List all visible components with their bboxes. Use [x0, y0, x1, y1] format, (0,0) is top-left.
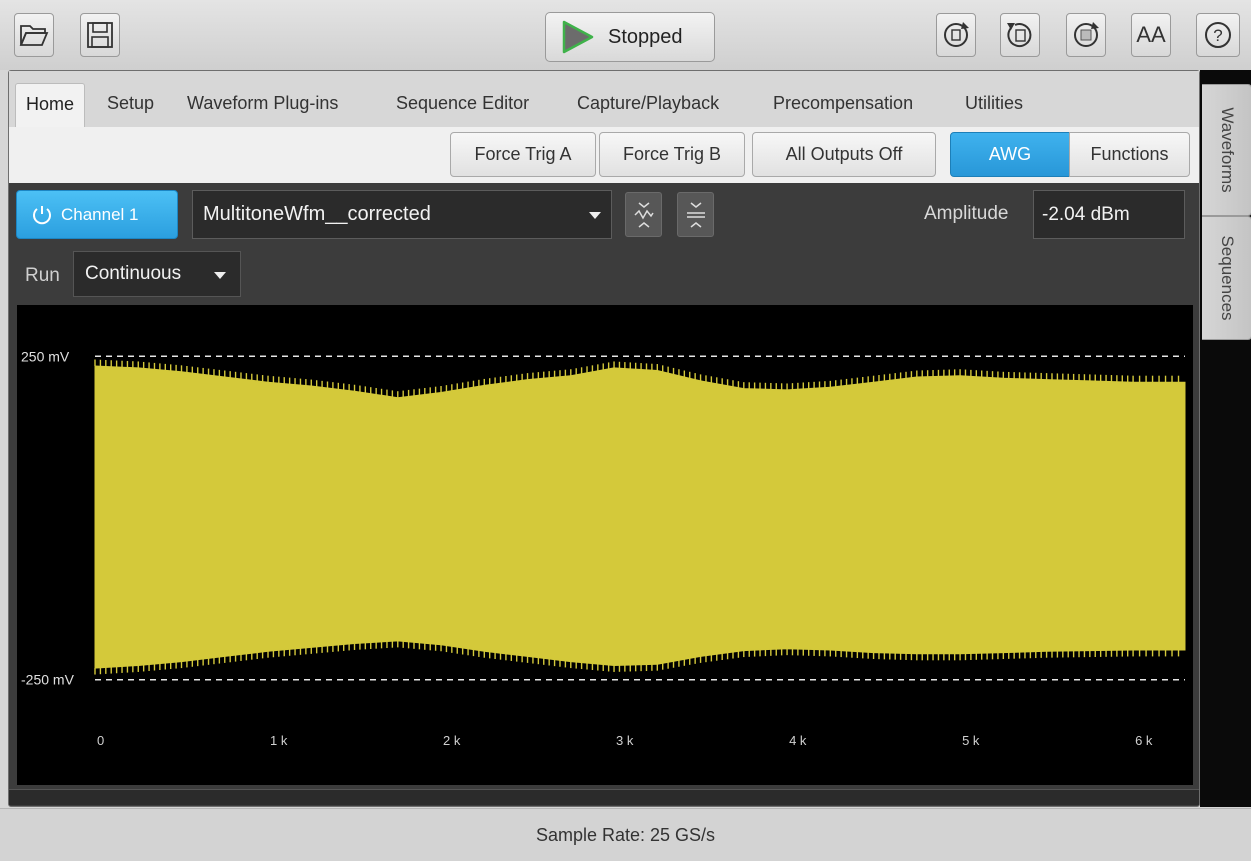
tab-home[interactable]: Home	[15, 83, 86, 129]
side-tab-waveforms[interactable]: Waveforms	[1202, 84, 1251, 216]
tab-sequence-editor[interactable]: Sequence Editor	[396, 83, 529, 129]
mode-bar: Force Trig A Force Trig B All Outputs Of…	[9, 127, 1199, 183]
waveform-select[interactable]: MultitoneWfm__corrected	[192, 190, 612, 239]
menu-bar: Home Setup Waveform Plug-ins Sequence Ed…	[9, 71, 1199, 129]
force-trig-b-button[interactable]: Force Trig B	[599, 132, 745, 177]
font-size-button[interactable]: AA	[1131, 13, 1171, 57]
side-panel: Waveforms Sequences	[1200, 70, 1251, 807]
channel-row: Channel 1 MultitoneWfm__corrected Amplit…	[9, 183, 1199, 243]
x-tick-label: 2 k	[443, 733, 461, 748]
all-outputs-off-button[interactable]: All Outputs Off	[752, 132, 936, 177]
compress-icon	[686, 201, 705, 228]
recall-setup-button[interactable]	[1000, 13, 1040, 57]
font-size-icon: AA	[1136, 22, 1166, 47]
expand-icon	[633, 201, 654, 228]
y-tick-label: 250 mV	[21, 348, 70, 364]
expand-waveform-button[interactable]	[625, 192, 662, 237]
functions-mode-button[interactable]: Functions	[1069, 132, 1190, 177]
waveform-chart: 250 mV -250 mV 0 1 k 2 k 3 k 4 k 5 k 6 k	[21, 348, 1186, 748]
folder-open-icon	[19, 25, 49, 46]
status-bar: Sample Rate: 25 GS/s	[0, 808, 1251, 861]
x-tick-label: 1 k	[270, 733, 288, 748]
main-panel: Home Setup Waveform Plug-ins Sequence Ed…	[8, 70, 1200, 807]
run-status-label: Stopped	[608, 25, 683, 48]
reset-button[interactable]	[936, 13, 976, 57]
recall-setup-icon	[1007, 23, 1032, 48]
compress-waveform-button[interactable]	[677, 192, 714, 237]
restore-icon	[1074, 22, 1099, 47]
channel-label: Channel 1	[61, 204, 139, 224]
force-trig-a-button[interactable]: Force Trig A	[450, 132, 596, 177]
tab-capture-playback[interactable]: Capture/Playback	[577, 83, 719, 129]
run-stop-button[interactable]: Stopped	[545, 12, 715, 62]
x-tick-label: 5 k	[962, 733, 980, 748]
tab-utilities[interactable]: Utilities	[965, 83, 1023, 129]
help-button[interactable]: ?	[1196, 13, 1240, 57]
sample-rate-label: Sample Rate: 25 GS/s	[535, 824, 716, 845]
x-tick-label: 4 k	[789, 733, 807, 748]
open-file-button[interactable]	[14, 13, 54, 57]
svg-text:?: ?	[1213, 26, 1222, 45]
awg-application: Stopped AA ? Home Setup Waveform Plug-in…	[0, 0, 1251, 861]
restore-button[interactable]	[1066, 13, 1106, 57]
side-tab-waveforms-label: Waveforms	[1217, 107, 1237, 193]
reset-icon	[944, 22, 969, 47]
channel-1-toggle-button[interactable]: Channel 1	[16, 190, 178, 239]
chevron-down-icon	[214, 272, 226, 279]
x-tick-label: 0	[97, 733, 104, 748]
waveform-plot: 250 mV -250 mV 0 1 k 2 k 3 k 4 k 5 k 6 k	[17, 305, 1193, 785]
tab-precompensation[interactable]: Precompensation	[773, 83, 913, 129]
run-mode-value: Continuous	[85, 263, 182, 284]
awg-mode-button[interactable]: AWG	[950, 132, 1070, 177]
tab-setup[interactable]: Setup	[107, 83, 154, 129]
power-icon	[33, 205, 51, 224]
run-mode-select[interactable]: Continuous	[73, 251, 241, 297]
chevron-down-icon	[589, 212, 601, 219]
floppy-save-icon	[87, 22, 113, 48]
play-icon	[562, 20, 594, 54]
amplitude-input[interactable]: -2.04 dBm	[1033, 190, 1185, 239]
waveform-name: MultitoneWfm__corrected	[203, 203, 431, 225]
y-tick-label: -250 mV	[21, 672, 75, 688]
side-tab-sequences[interactable]: Sequences	[1202, 216, 1251, 340]
run-mode-label: Run	[25, 265, 60, 286]
top-toolbar: Stopped AA ?	[0, 0, 1251, 70]
amplitude-value: -2.04 dBm	[1042, 203, 1130, 225]
waveform-envelope	[94, 365, 1186, 669]
side-tab-sequences-label: Sequences	[1217, 235, 1237, 321]
x-tick-label: 6 k	[1135, 733, 1153, 748]
help-icon: ?	[1205, 22, 1231, 48]
plot-resize-handle[interactable]	[9, 789, 1199, 805]
tab-waveform-plug-ins[interactable]: Waveform Plug-ins	[187, 83, 338, 129]
amplitude-label: Amplitude	[924, 203, 1009, 224]
x-tick-label: 3 k	[616, 733, 634, 748]
save-file-button[interactable]	[80, 13, 120, 57]
